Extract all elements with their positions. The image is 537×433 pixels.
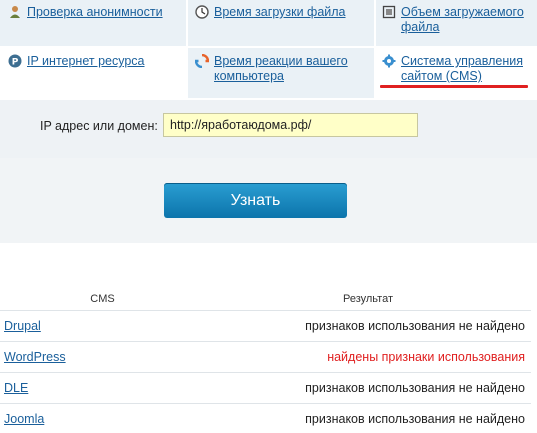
tool-file-size[interactable]: Объем загружаемого файла (382, 5, 532, 35)
results-table: CMS Результат Drupal признаков использов… (0, 288, 531, 433)
clock-icon (195, 5, 209, 19)
table-header-row: CMS Результат (0, 288, 531, 311)
cms-link-joomla[interactable]: Joomla (4, 412, 44, 426)
tool-label: Проверка анонимности (27, 5, 163, 19)
tool-file-load-time[interactable]: Время загрузки файла (195, 5, 373, 20)
table-row: WordPress найдены признаки использования (0, 341, 531, 373)
result-text: найдены признаки использования (205, 341, 531, 373)
submit-area: Узнать (0, 158, 537, 243)
ip-icon: P (8, 54, 22, 68)
lookup-form: IP адрес или домен: (0, 100, 537, 158)
ip-domain-label: IP адрес или домен: (40, 119, 158, 133)
table-row: Joomla признаков использования не найден… (0, 403, 531, 433)
tool-label: IP интернет ресурса (27, 54, 145, 68)
cms-link-drupal[interactable]: Drupal (4, 319, 41, 333)
tool-label: Время реакции вашего компьютера (214, 54, 348, 83)
tool-response-time[interactable]: Время реакции вашего компьютера (195, 54, 370, 84)
header-cms: CMS (0, 288, 205, 311)
result-text: признаков использования не найдено (205, 403, 531, 433)
tool-label: Объем загружаемого файла (401, 5, 524, 34)
gear-icon (382, 54, 396, 68)
svg-text:P: P (12, 58, 19, 68)
find-out-button[interactable]: Узнать (164, 183, 347, 218)
tool-ip-resource[interactable]: P IP интернет ресурса (8, 54, 186, 69)
tool-cms-detect[interactable]: Система управления сайтом (CMS) (382, 54, 530, 84)
refresh-icon (195, 54, 209, 68)
table-row: Drupal признаков использования не найден… (0, 310, 531, 342)
tool-anonymity-check[interactable]: Проверка анонимности (8, 5, 186, 20)
table-row: DLE признаков использования не найдено (0, 372, 531, 404)
cms-link-dle[interactable]: DLE (4, 381, 28, 395)
file-size-icon (382, 5, 396, 19)
result-text: признаков использования не найдено (205, 372, 531, 404)
active-tool-indicator (380, 85, 528, 88)
cms-link-wordpress[interactable]: WordPress (4, 350, 66, 364)
person-icon (8, 5, 22, 19)
tool-label: Время загрузки файла (214, 5, 346, 19)
tools-grid: Проверка анонимности Время загрузки файл… (0, 0, 537, 100)
result-text: признаков использования не найдено (205, 310, 531, 342)
ip-domain-input[interactable] (163, 113, 418, 137)
header-result: Результат (205, 288, 531, 311)
tool-label: Система управления сайтом (CMS) (401, 54, 523, 83)
